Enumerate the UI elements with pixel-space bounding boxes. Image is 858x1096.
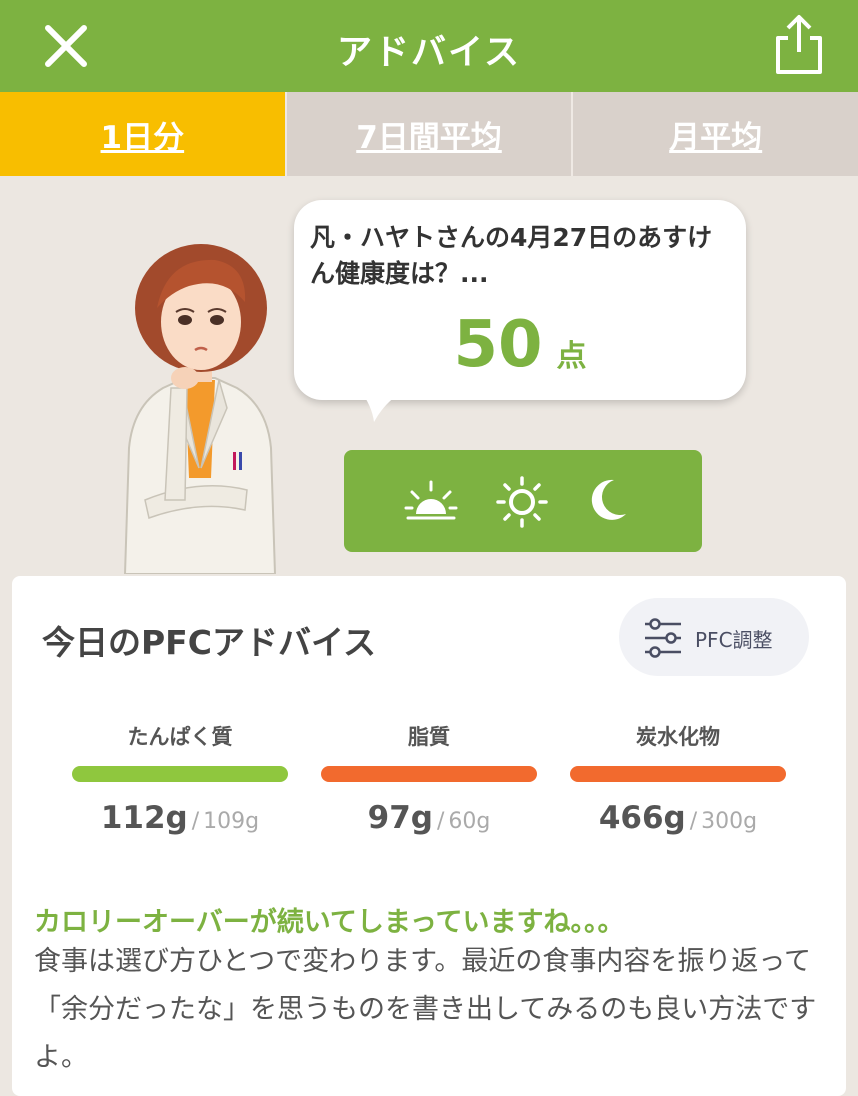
bubble-tail xyxy=(360,390,406,422)
nutrient-label: たんぱく質 xyxy=(127,725,233,749)
slash-separator: / xyxy=(191,809,200,834)
page-title: アドバイス xyxy=(337,33,521,73)
slash-separator: / xyxy=(436,809,445,834)
nutrient-current: 112g xyxy=(100,800,188,836)
pfc-advice-card: 今日のPFCアドバイス PFC調整 たんぱく質 112g/109g 脂質 97g… xyxy=(12,576,846,1096)
advice-headline: カロリーオーバーが続いてしまっていますね。。。 xyxy=(34,907,625,938)
nutrient-values: 466g/300g xyxy=(570,800,786,836)
nutrient-label: 脂質 xyxy=(408,725,450,749)
nutrient-goal: 60g xyxy=(448,809,491,834)
score-value: 50 xyxy=(453,308,543,382)
score-message: 凡・ハヤトさんの4月27日のあすけん健康度は？... xyxy=(310,223,713,288)
nutrient-goal: 109g xyxy=(203,809,260,834)
nutrient-current: 466g xyxy=(598,800,686,836)
pfc-adjust-button[interactable]: PFC調整 xyxy=(619,598,809,676)
app-header: アドバイス xyxy=(0,0,858,92)
nutrient-current: 97g xyxy=(367,800,433,836)
nutrient-protein: たんぱく質 112g/109g xyxy=(72,722,288,836)
nutrient-values: 97g/60g xyxy=(321,800,537,836)
pfc-title: 今日のPFCアドバイス xyxy=(42,623,376,662)
slash-separator: / xyxy=(689,809,698,834)
health-score: 50 点 xyxy=(294,308,746,382)
advice-body: 食事は選び方ひとつで変わります。最近の食事内容を振り返って「余分だったな」を思う… xyxy=(34,946,817,1073)
nutrient-label: 炭水化物 xyxy=(636,725,720,749)
tab-monthly-average[interactable]: 月平均 xyxy=(571,92,858,176)
nutrient-fat: 脂質 97g/60g xyxy=(321,722,537,836)
meal-time-selector xyxy=(344,450,702,552)
score-speech-bubble: 凡・ハヤトさんの4月27日のあすけん健康度は？... 50 点 xyxy=(294,200,746,422)
tab-daily[interactable]: 1日分 xyxy=(0,92,285,176)
nutrient-goal: 300g xyxy=(701,809,758,834)
share-icon[interactable] xyxy=(770,12,828,76)
sliders-icon xyxy=(645,618,681,658)
tab-7day-average[interactable]: 7日間平均 xyxy=(284,92,572,176)
moon-icon[interactable] xyxy=(588,476,628,524)
nutrient-bar xyxy=(321,766,537,782)
sun-icon[interactable] xyxy=(496,476,548,528)
nutrient-bar xyxy=(570,766,786,782)
nutrient-values: 112g/109g xyxy=(72,800,288,836)
sunrise-icon[interactable] xyxy=(404,476,458,526)
period-tabs: 1日分 7日間平均 月平均 xyxy=(0,92,858,176)
score-unit: 点 xyxy=(556,339,587,374)
nutrient-bar xyxy=(72,766,288,782)
nutrient-carbohydrate: 炭水化物 466g/300g xyxy=(570,722,786,836)
doctor-illustration xyxy=(123,244,277,574)
pfc-adjust-label: PFC調整 xyxy=(695,628,773,652)
